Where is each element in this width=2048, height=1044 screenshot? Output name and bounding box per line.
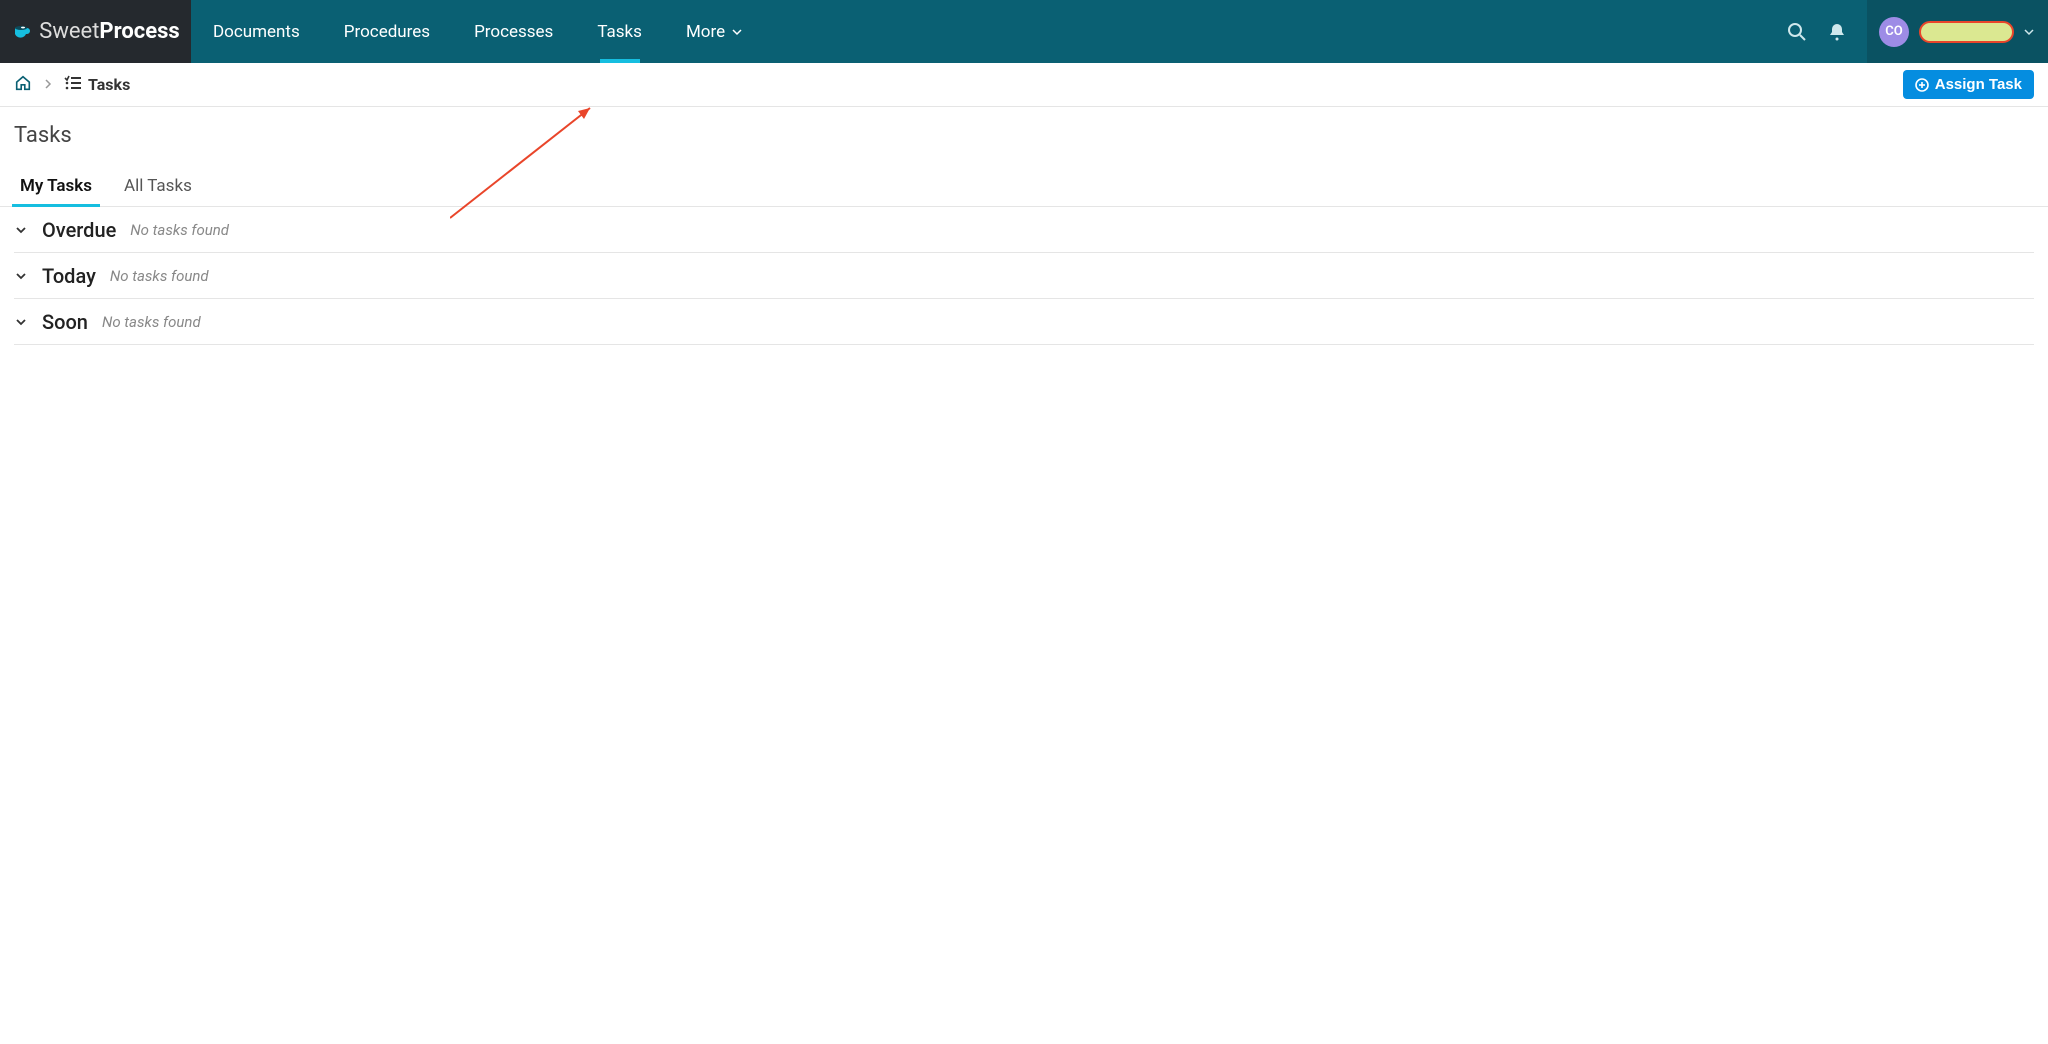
tab-my-tasks[interactable]: My Tasks [20, 170, 92, 206]
plus-circle-icon [1915, 78, 1929, 92]
top-nav: Documents Procedures Processes Tasks Mor… [191, 0, 764, 63]
chevron-down-icon [14, 224, 28, 236]
section-title: Soon [42, 310, 88, 334]
nav-more-label: More [686, 22, 725, 42]
nav-documents[interactable]: Documents [191, 0, 322, 63]
assign-task-label: Assign Task [1935, 76, 2022, 93]
breadcrumb-tasks[interactable]: Tasks [64, 74, 130, 96]
tasks-list-icon [64, 74, 82, 96]
breadcrumb: Tasks Assign Task [0, 63, 2048, 107]
username-redacted [1919, 21, 2014, 43]
topbar-right: CO [1777, 0, 2048, 63]
chevron-down-icon [732, 22, 742, 42]
section-overdue[interactable]: Overdue No tasks found [14, 207, 2034, 253]
chevron-right-icon [44, 78, 52, 92]
nav-more[interactable]: More [664, 0, 764, 63]
avatar: CO [1879, 17, 1909, 47]
page-title: Tasks [0, 107, 2048, 156]
tab-all-tasks[interactable]: All Tasks [124, 170, 192, 206]
section-title: Today [42, 264, 96, 288]
cup-icon [11, 18, 35, 46]
nav-processes[interactable]: Processes [452, 0, 575, 63]
section-today[interactable]: Today No tasks found [14, 253, 2034, 299]
chevron-down-icon [14, 316, 28, 328]
section-title: Overdue [42, 218, 116, 242]
chevron-down-icon [2024, 22, 2034, 41]
nav-tasks[interactable]: Tasks [575, 0, 664, 63]
home-icon [14, 74, 32, 96]
section-soon[interactable]: Soon No tasks found [14, 299, 2034, 345]
brand-sweet: Sweet [39, 19, 99, 44]
assign-task-button[interactable]: Assign Task [1903, 70, 2034, 99]
bell-icon[interactable] [1817, 12, 1857, 52]
brand-process: Process [99, 19, 179, 44]
breadcrumb-tasks-label: Tasks [88, 75, 130, 94]
task-sections: Overdue No tasks found Today No tasks fo… [0, 207, 2048, 345]
tabs: My Tasks All Tasks [0, 170, 2048, 207]
section-empty-text: No tasks found [130, 221, 229, 239]
chevron-down-icon [14, 270, 28, 282]
section-empty-text: No tasks found [110, 267, 209, 285]
nav-procedures[interactable]: Procedures [322, 0, 452, 63]
breadcrumb-home[interactable] [14, 74, 32, 96]
search-icon[interactable] [1777, 12, 1817, 52]
user-menu[interactable]: CO [1867, 0, 2048, 63]
section-empty-text: No tasks found [102, 313, 201, 331]
topbar: SweetProcess Documents Procedures Proces… [0, 0, 2048, 63]
brand-logo[interactable]: SweetProcess [0, 0, 191, 63]
